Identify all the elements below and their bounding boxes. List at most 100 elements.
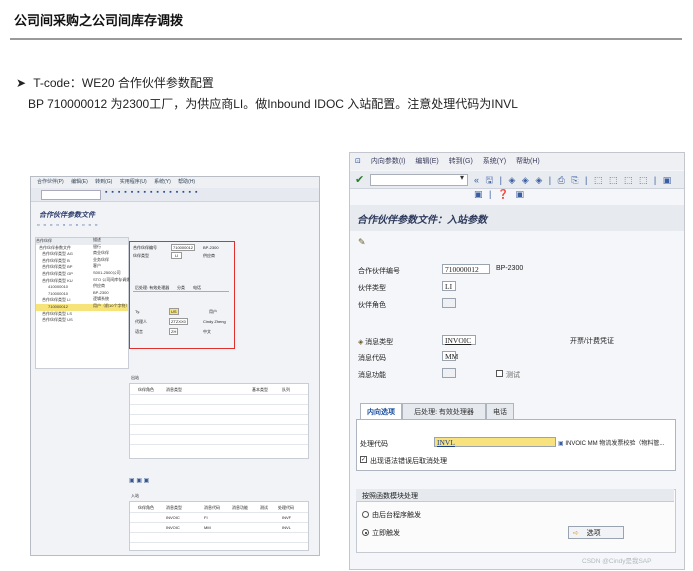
inbound-col: 消息功能 [232, 505, 248, 510]
inbound-cell[interactable]: INVF [282, 515, 291, 520]
inbound-cell[interactable]: MM [204, 525, 211, 530]
left-lang[interactable]: ZH [169, 328, 179, 335]
left-partner-type-desc: 供应商 [203, 253, 215, 258]
left-detail-tab[interactable]: 电话 [193, 285, 201, 291]
left-agent[interactable]: ZTZXX0 [169, 318, 188, 325]
left-type-value[interactable]: US [169, 308, 179, 315]
menu-item-help[interactable]: 帮助(H) [516, 158, 540, 165]
menu-item-edit[interactable]: 编辑(E) [415, 158, 438, 165]
left-menu-item[interactable]: 编辑(E) [71, 179, 88, 185]
left-partner-name: BP-2300 [203, 245, 219, 250]
left-user-label: 用户 [209, 309, 217, 314]
bullet-text-1: T-code：WE20 合作伙伴参数配置 [33, 76, 214, 90]
toolbar-icons[interactable]: « 🖫 | ◈ ◈ ◈ | ⎙ ⎘ | ⬚ ⬚ ⬚ ⬚ | ▣ ▣ | ❓ ▣ [474, 173, 684, 200]
tab-telephony[interactable]: 电话 [486, 403, 514, 420]
left-detail-tab[interactable]: 后处理: 有效处理器 [135, 285, 169, 291]
radio-background-label: 由后台程序触发 [372, 511, 421, 519]
outbound-col: 基本类型 [252, 387, 268, 392]
left-menu-item[interactable]: 帮助(H) [178, 179, 195, 185]
inbound-col: 测试 [260, 505, 268, 510]
menu-item-system[interactable]: 系统(Y) [483, 158, 506, 165]
test-label: 测试 [506, 371, 520, 379]
left-menu-item[interactable]: 系统(Y) [154, 179, 171, 185]
inbound-cell[interactable]: INVOIC [166, 515, 180, 520]
tab-inbound-options[interactable]: 内向选项 [360, 403, 402, 420]
menu-item-inbound-params[interactable]: 内向参数(I) [371, 158, 406, 165]
left-toolbar-icons[interactable]: ▪ ▪ ▪ ▪ ▪ ▪ ▪ ▪ ▪ ▪ ▪ ▪ ▪ ▪ ▪ [105, 189, 198, 196]
partner-no-label: 合作伙伴编号 [358, 267, 400, 275]
arrow-right-icon: ➪ [573, 529, 579, 537]
screen-title-bar: 合作伙伴参数文件：入站参数 [350, 205, 684, 231]
left-screenshot: 合作伙伴(P) 编辑(E) 转到(G) 实用程序(U) 系统(Y) 帮助(H) … [30, 176, 320, 556]
screen-title: 合作伙伴参数文件：入站参数 [357, 215, 487, 226]
slide-title: 公司间采购之公司间库存调拨 [14, 13, 184, 28]
tree-desc: 供应商 [93, 283, 105, 289]
left-menu-bar: 合作伙伴(P) 编辑(E) 转到(G) 实用程序(U) 系统(Y) 帮助(H) [31, 177, 319, 188]
outbound-col: 消息类型 [166, 387, 182, 392]
processing-group-title: 按照函数模块处理 [362, 492, 418, 500]
tree-desc: S001-2500公司 [93, 269, 121, 275]
inbound-cell[interactable]: INVOIC [166, 525, 180, 530]
inbound-cell[interactable]: INVL [282, 525, 291, 530]
tree-desc-header: 描述 [93, 237, 101, 242]
msg-code-field[interactable]: MM [442, 351, 458, 361]
inbound-cell[interactable]: FI [204, 515, 208, 520]
left-menu-item[interactable]: 合作伙伴(P) [37, 179, 64, 185]
msg-function-field[interactable] [442, 368, 456, 378]
outbound-col: 伙伴角色 [138, 387, 154, 392]
partner-type-field[interactable]: LI [442, 281, 456, 291]
left-agent-name: Cindy Zheng [203, 319, 226, 324]
grid-action-icons[interactable]: ▣ ▣ ▣ [129, 477, 149, 484]
left-detail-tab[interactable]: 分类 [177, 285, 185, 291]
standard-toolbar: ✔ ▾ « 🖫 | ◈ ◈ ◈ | ⎙ ⎘ | ⬚ ⬚ ⬚ ⬚ | ▣ ▣ | … [350, 171, 684, 199]
radio-immediate-trigger[interactable] [362, 529, 369, 536]
outbound-label: 出站 [131, 375, 139, 380]
left-type-label: Ty. [135, 309, 141, 314]
bullet-text-2: BP 710000012 为2300工厂，为供应商LI。做Inbound IDO… [28, 97, 518, 111]
enter-check-icon[interactable]: ✔ [355, 173, 364, 186]
value-help-icon[interactable]: ▣ [558, 441, 564, 447]
menu-item-goto[interactable]: 转到(G) [449, 158, 473, 165]
inbound-label: 入站 [131, 493, 139, 498]
command-dropdown-icon[interactable]: ▾ [460, 173, 464, 182]
partner-role-label: 伙伴角色 [358, 301, 386, 309]
left-command-field[interactable] [41, 190, 101, 200]
command-field[interactable] [370, 174, 468, 186]
left-partner-type-label: 伙伴类型 [133, 253, 149, 258]
inbound-col: 处理代码 [278, 505, 294, 510]
inbound-col: 伙伴角色 [138, 505, 154, 510]
radio-background-trigger[interactable] [362, 511, 369, 518]
msg-type-field[interactable]: INVOIC [442, 335, 476, 345]
display-change-icon[interactable]: ✎ [358, 237, 366, 248]
cancel-on-syntax-error-label: 出现语法错误后取消处理 [370, 457, 447, 465]
title-divider [10, 38, 682, 40]
left-menu-item[interactable]: 实用程序(U) [120, 179, 147, 185]
left-partner-no[interactable]: 710000012 [171, 244, 196, 251]
cancel-on-syntax-error-checkbox[interactable]: ✓ [360, 456, 367, 463]
options-button[interactable]: ➪ 选项 [568, 526, 624, 539]
tree-node[interactable]: 合作伙伴类型 US [36, 317, 128, 324]
radio-immediate-label: 立即触发 [372, 529, 400, 537]
left-partner-type[interactable]: LI [171, 252, 183, 259]
tree-desc: 商业伙伴 [93, 250, 109, 256]
process-code-desc: ▣ INVOIC MM 物流发票校验（物料管... [558, 441, 665, 447]
bullet-arrow-icon: ➤ [16, 76, 27, 90]
partner-no-field[interactable]: 710000012 [442, 264, 490, 274]
partner-type-label: 伙伴类型 [358, 284, 386, 292]
partner-role-field[interactable] [442, 298, 456, 308]
tree-desc: 用户（前10个字符） [93, 302, 130, 308]
test-checkbox[interactable] [496, 370, 503, 377]
left-lang-desc: 中文 [203, 329, 211, 334]
process-code-field[interactable]: INVL [434, 437, 556, 447]
process-code-label: 处理代码 [360, 440, 388, 448]
left-menu-item[interactable]: 转到(G) [95, 179, 112, 185]
menu-bar: ⊡ 内向参数(I) 编辑(E) 转到(G) 系统(Y) 帮助(H) [350, 153, 684, 170]
left-lang-label: 语言 [135, 329, 143, 334]
msg-type-desc: 开票/计费凭证 [570, 338, 614, 345]
bullet-line-1: ➤ T-code：WE20 合作伙伴参数配置 [16, 74, 214, 91]
left-toolbar: ▪ ▪ ▪ ▪ ▪ ▪ ▪ ▪ ▪ ▪ ▪ ▪ ▪ ▪ ▪ [31, 188, 319, 202]
tab-post-processing[interactable]: 后处理: 有效处理器 [402, 403, 486, 420]
inbound-grid: 伙伴角色 消息类型 消息代码 消息功能 测试 处理代码 INVOIC FI IN… [129, 501, 309, 551]
left-app-toolbar-icons[interactable]: ▫ ▫ ▫ ▫ ▫ ▫ ▫ ▫ ▫ ▫ [37, 222, 98, 229]
watermark: CSDN @Cindy是我SAP [582, 558, 652, 565]
